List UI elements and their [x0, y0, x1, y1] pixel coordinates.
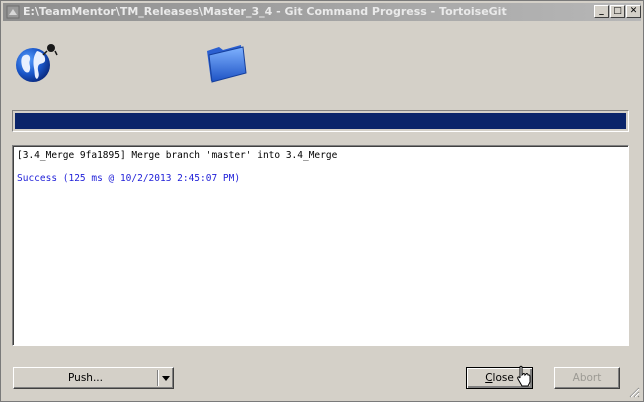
maximize-button[interactable]: □ — [610, 5, 625, 18]
globe-network-icon — [16, 44, 58, 82]
minimize-button[interactable]: _ — [594, 5, 609, 18]
progress-fill — [15, 113, 626, 129]
chevron-down-icon[interactable] — [162, 376, 170, 381]
close-button-label: lose — [492, 372, 514, 384]
push-split-button[interactable]: Push... — [13, 367, 174, 389]
push-button-label[interactable]: Push... — [14, 368, 157, 388]
title-bar[interactable]: E:\TeamMentor\TM_Releases\Master_3_4 - G… — [3, 3, 641, 21]
output-log[interactable]: [3.4_Merge 9fa1895] Merge branch 'master… — [12, 145, 629, 346]
close-accelerator: C — [485, 372, 493, 384]
git-progress-window: E:\TeamMentor\TM_Releases\Master_3_4 - G… — [0, 0, 644, 402]
resize-grip-icon[interactable] — [629, 387, 640, 398]
log-line-success: Success (125 ms @ 10/2/2013 2:45:07 PM) — [17, 173, 241, 184]
abort-button[interactable]: Abort — [554, 367, 620, 389]
mouse-pointer-icon — [517, 365, 531, 387]
window-title: E:\TeamMentor\TM_Releases\Master_3_4 - G… — [23, 5, 507, 18]
folder-icon — [207, 45, 247, 83]
tortoisegit-icon — [6, 5, 20, 19]
log-line-merge: [3.4_Merge 9fa1895] Merge branch 'master… — [17, 150, 338, 161]
split-separator — [157, 370, 159, 386]
progress-bar — [12, 110, 629, 132]
close-window-button[interactable]: ✕ — [626, 5, 641, 18]
